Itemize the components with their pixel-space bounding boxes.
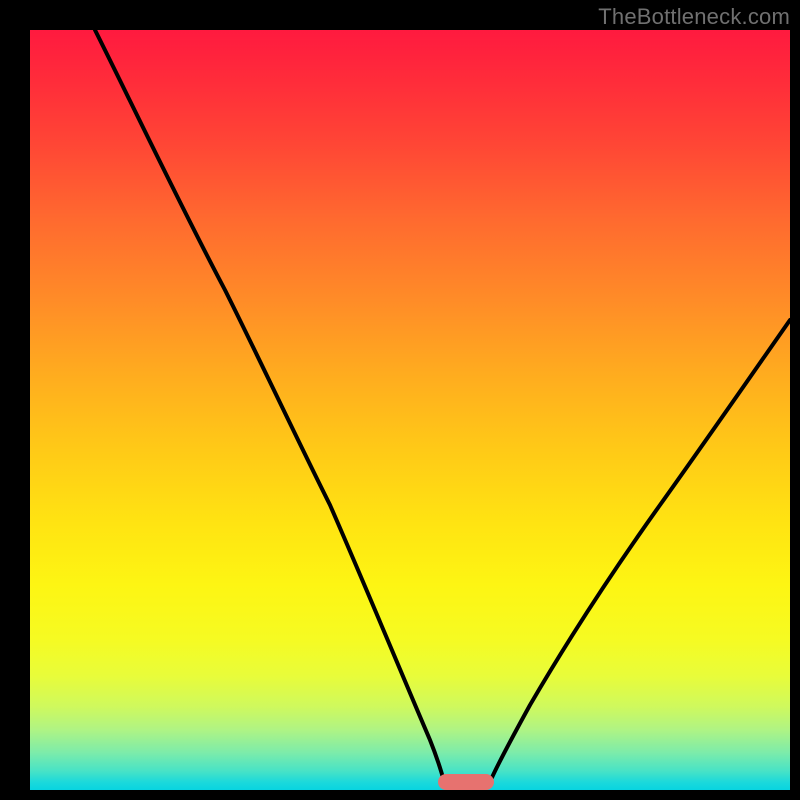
plot-area [30,30,790,790]
watermark-text: TheBottleneck.com [598,4,790,30]
chart-container: TheBottleneck.com [0,0,800,800]
curve-right-arm [490,320,790,782]
curve-left-arm [95,30,444,782]
optimum-marker [438,774,494,790]
bottleneck-curve [30,30,790,790]
